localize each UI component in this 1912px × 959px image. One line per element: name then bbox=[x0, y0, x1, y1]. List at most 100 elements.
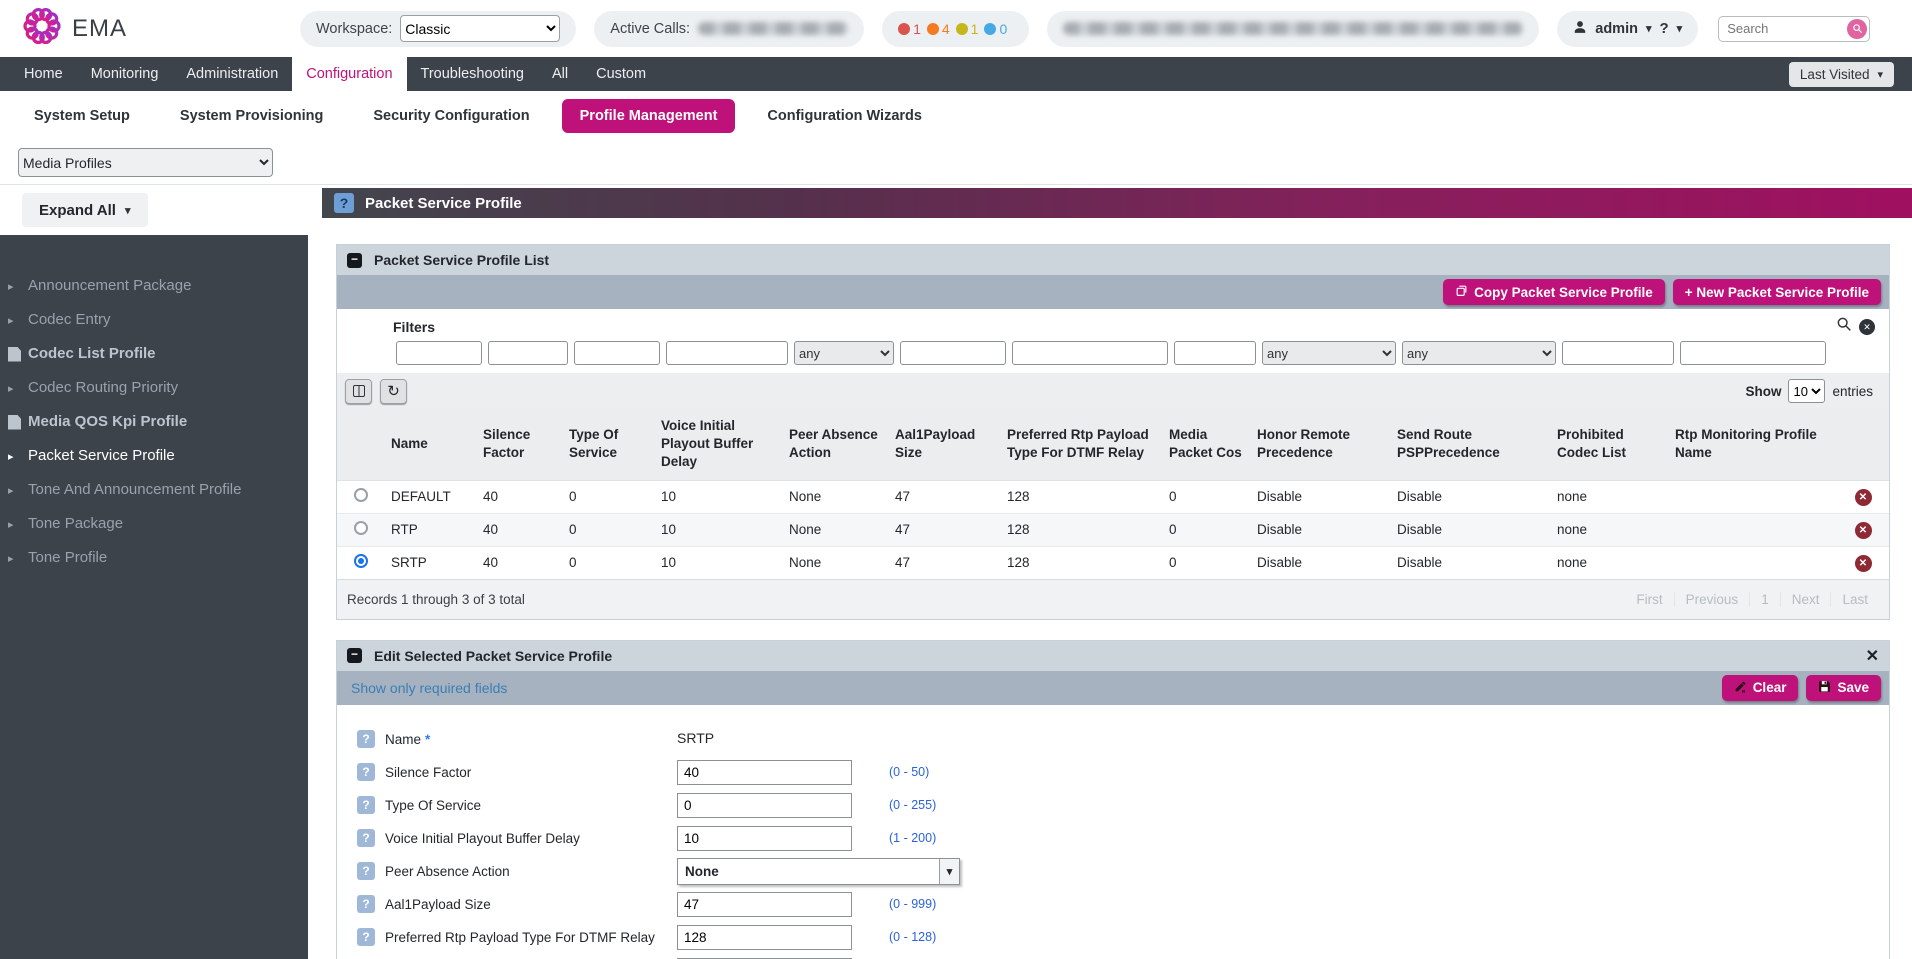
expand-all-button[interactable]: Expand All ▾ bbox=[22, 193, 148, 227]
tab-system-setup[interactable]: System Setup bbox=[16, 99, 148, 133]
radio-cell[interactable] bbox=[337, 546, 385, 579]
show-entries-select[interactable]: 10 bbox=[1788, 379, 1825, 403]
filter-select-9[interactable]: any bbox=[1262, 341, 1396, 365]
active-calls-label: Active Calls: bbox=[610, 21, 690, 37]
page-1[interactable]: 1 bbox=[1749, 592, 1780, 607]
help-icon[interactable]: ? bbox=[357, 796, 375, 814]
help-icon[interactable]: ? bbox=[357, 895, 375, 913]
delete-cell[interactable]: ✕ bbox=[1837, 480, 1889, 513]
nav-item-administration[interactable]: Administration bbox=[172, 57, 292, 91]
user-caret-icon[interactable]: ▾ bbox=[1646, 22, 1652, 35]
refresh-button[interactable]: ↻ bbox=[380, 379, 407, 404]
form-row-peer-absence-action: ?Peer Absence ActionNone▾ bbox=[357, 855, 1889, 888]
filter-input-4[interactable] bbox=[666, 341, 788, 365]
status-dot bbox=[984, 23, 996, 35]
copy-icon bbox=[1455, 284, 1468, 300]
help-icon[interactable]: ? bbox=[357, 862, 375, 880]
delete-icon[interactable]: ✕ bbox=[1855, 522, 1872, 539]
help-icon[interactable]: ? bbox=[357, 928, 375, 946]
filter-clear-icon[interactable]: ✕ bbox=[1859, 319, 1875, 335]
table-row[interactable]: DEFAULT40010None471280DisableDisablenone… bbox=[337, 480, 1889, 513]
sidebar-item-codec-routing-priority[interactable]: ▸Codec Routing Priority bbox=[0, 371, 308, 405]
show-label: Show bbox=[1745, 384, 1781, 399]
delete-icon[interactable]: ✕ bbox=[1855, 555, 1872, 572]
filter-search-icon[interactable] bbox=[1836, 316, 1852, 337]
table-row[interactable]: SRTP40010None471280DisableDisablenone✕ bbox=[337, 546, 1889, 579]
filter-input-7[interactable] bbox=[1012, 341, 1168, 365]
delete-cell[interactable]: ✕ bbox=[1837, 513, 1889, 546]
filter-input-6[interactable] bbox=[900, 341, 1006, 365]
chevron-down-icon: ▾ bbox=[125, 204, 131, 217]
table-row[interactable]: RTP40010None471280DisableDisablenone✕ bbox=[337, 513, 1889, 546]
sidebar-item-packet-service-profile[interactable]: ▸Packet Service Profile bbox=[0, 439, 308, 473]
filter-input-12[interactable] bbox=[1680, 341, 1826, 365]
field-input-aal1payload-size[interactable] bbox=[677, 892, 852, 917]
row-select-radio[interactable] bbox=[354, 488, 368, 502]
filter-input-11[interactable] bbox=[1562, 341, 1674, 365]
search-icon[interactable] bbox=[1847, 19, 1867, 39]
filter-select-10[interactable]: any bbox=[1402, 341, 1556, 365]
page-previous[interactable]: Previous bbox=[1674, 592, 1750, 607]
field-input-voice-initial-playout-buffer-delay[interactable] bbox=[677, 826, 852, 851]
tab-profile-management[interactable]: Profile Management bbox=[562, 99, 736, 133]
field-input-type-of-service[interactable] bbox=[677, 793, 852, 818]
column-header-type-of-service: Type Of Service bbox=[563, 409, 655, 480]
save-button[interactable]: Save bbox=[1806, 675, 1881, 701]
delete-cell[interactable]: ✕ bbox=[1837, 546, 1889, 579]
nav-item-all[interactable]: All bbox=[538, 57, 582, 91]
cell: 40 bbox=[477, 480, 563, 513]
nav-item-monitoring[interactable]: Monitoring bbox=[77, 57, 173, 91]
close-icon[interactable]: ✕ bbox=[1866, 646, 1879, 666]
workspace-select[interactable]: Classic bbox=[400, 15, 560, 42]
show-required-fields-link[interactable]: Show only required fields bbox=[351, 680, 507, 696]
row-select-radio[interactable] bbox=[354, 554, 368, 568]
sidebar-item-codec-list-profile[interactable]: Codec List Profile bbox=[0, 337, 308, 371]
field-input-preferred-rtp-payload-type-for-dtmf-relay[interactable] bbox=[677, 925, 852, 950]
help-caret-icon[interactable]: ▾ bbox=[1677, 22, 1683, 35]
page-first[interactable]: First bbox=[1625, 592, 1673, 607]
tab-configuration-wizards[interactable]: Configuration Wizards bbox=[749, 99, 940, 133]
collapse-icon[interactable]: − bbox=[347, 648, 362, 663]
radio-cell[interactable] bbox=[337, 480, 385, 513]
help-icon[interactable]: ? bbox=[334, 193, 354, 213]
sidebar-item-tone-profile[interactable]: ▸Tone Profile bbox=[0, 541, 308, 575]
user-menu[interactable]: admin ▾ ? ▾ bbox=[1557, 11, 1698, 47]
last-visited-button[interactable]: Last Visited ▾ bbox=[1789, 62, 1894, 87]
help-icon[interactable]: ? bbox=[357, 829, 375, 847]
list-panel-title: Packet Service Profile List bbox=[374, 252, 549, 268]
sidebar-item-codec-entry[interactable]: ▸Codec Entry bbox=[0, 303, 308, 337]
row-select-radio[interactable] bbox=[354, 521, 368, 535]
filter-input-3[interactable] bbox=[574, 341, 660, 365]
nav-item-home[interactable]: Home bbox=[10, 57, 77, 91]
profile-category-select[interactable]: Media Profiles bbox=[18, 148, 273, 177]
tab-security-configuration[interactable]: Security Configuration bbox=[355, 99, 547, 133]
field-select-peer-absence-action[interactable]: None▾ bbox=[677, 858, 960, 885]
clear-button[interactable]: Clear bbox=[1722, 675, 1799, 701]
copy-profile-button[interactable]: Copy Packet Service Profile bbox=[1443, 279, 1665, 305]
nav-item-troubleshooting[interactable]: Troubleshooting bbox=[407, 57, 538, 91]
sidebar-item-announcement-package[interactable]: ▸Announcement Package bbox=[0, 269, 308, 303]
profile-table: NameSilence FactorType Of ServiceVoice I… bbox=[337, 409, 1889, 579]
sidebar-item-media-qos-kpi-profile[interactable]: Media QOS Kpi Profile bbox=[0, 405, 308, 439]
help-button[interactable]: ? bbox=[1660, 20, 1669, 37]
filter-input-1[interactable] bbox=[396, 341, 482, 365]
sidebar-item-tone-package[interactable]: ▸Tone Package bbox=[0, 507, 308, 541]
filter-input-2[interactable] bbox=[488, 341, 568, 365]
help-icon[interactable]: ? bbox=[357, 730, 375, 748]
sidebar-item-tone-and-announcement-profile[interactable]: ▸Tone And Announcement Profile bbox=[0, 473, 308, 507]
nav-item-custom[interactable]: Custom bbox=[582, 57, 660, 91]
page-last[interactable]: Last bbox=[1830, 592, 1879, 607]
columns-button[interactable] bbox=[345, 379, 372, 404]
help-icon[interactable]: ? bbox=[357, 763, 375, 781]
list-footer: Records 1 through 3 of 3 total FirstPrev… bbox=[337, 579, 1889, 619]
tab-system-provisioning[interactable]: System Provisioning bbox=[162, 99, 341, 133]
nav-item-configuration[interactable]: Configuration bbox=[292, 57, 406, 91]
delete-icon[interactable]: ✕ bbox=[1855, 489, 1872, 506]
collapse-icon[interactable]: − bbox=[347, 253, 362, 268]
filter-select-5[interactable]: any bbox=[794, 341, 894, 365]
page-next[interactable]: Next bbox=[1780, 592, 1831, 607]
new-profile-button[interactable]: + New Packet Service Profile bbox=[1673, 279, 1881, 305]
radio-cell[interactable] bbox=[337, 513, 385, 546]
field-input-silence-factor[interactable] bbox=[677, 760, 852, 785]
filter-input-8[interactable] bbox=[1174, 341, 1256, 365]
